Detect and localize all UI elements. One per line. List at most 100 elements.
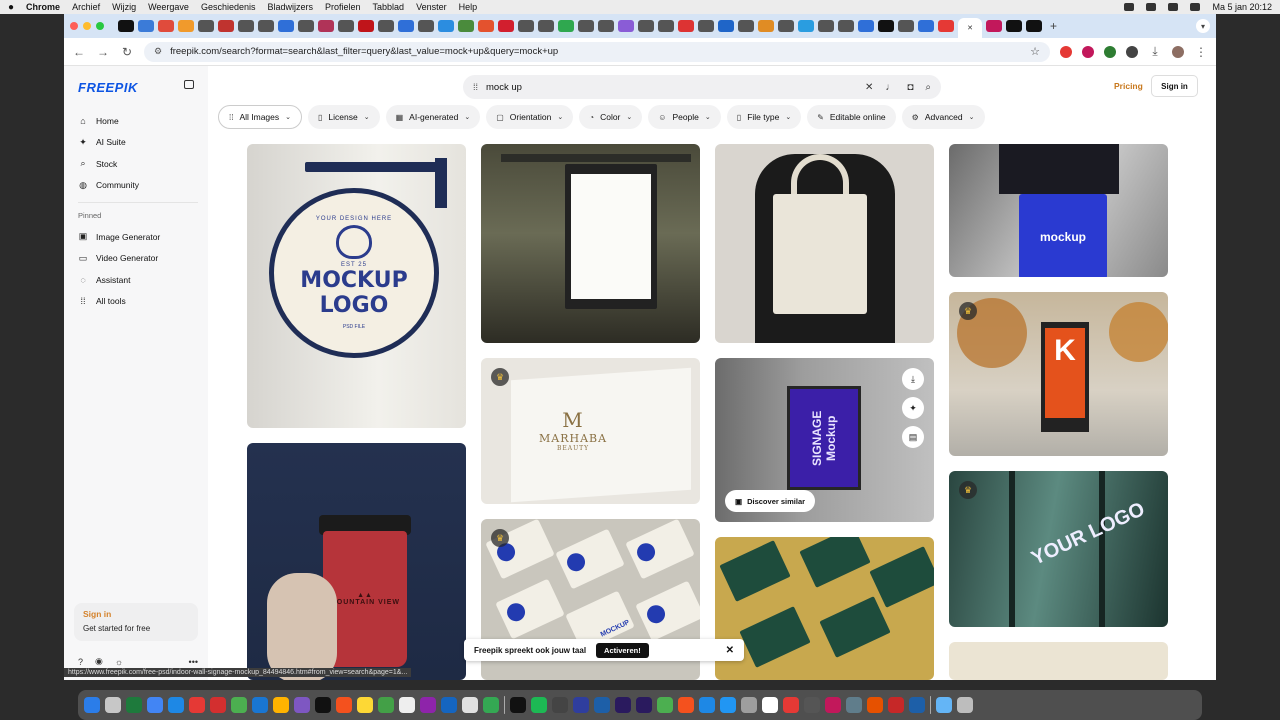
result-signage-mockup-hovered[interactable]: SIGNAGE Mockup ⤓ ✦ ▤ ▣ Discover similar — [715, 358, 934, 522]
close-window-button[interactable] — [70, 22, 78, 30]
tab-favicon[interactable] — [858, 20, 874, 32]
result-beige-pattern[interactable] — [949, 642, 1168, 680]
tab-favicon[interactable] — [718, 20, 734, 32]
search-icon[interactable] — [1190, 3, 1201, 11]
menubar-item-weergave[interactable]: Weergave — [148, 2, 189, 12]
tab-favicon[interactable] — [898, 20, 914, 32]
acrobat-icon[interactable] — [783, 697, 799, 713]
tab-favicon[interactable] — [598, 20, 614, 32]
app-icon[interactable] — [420, 697, 436, 713]
sidebar-item-stock[interactable]: ⌕ Stock — [78, 153, 198, 175]
illustrator-icon[interactable] — [867, 697, 883, 713]
collapse-sidebar-icon[interactable] — [184, 80, 194, 89]
after-effects-icon[interactable] — [615, 697, 631, 713]
photoshop-icon[interactable] — [594, 697, 610, 713]
filezilla-icon[interactable] — [678, 697, 694, 713]
tab-favicon[interactable] — [618, 20, 634, 32]
app-icon[interactable] — [699, 697, 715, 713]
app-icon[interactable] — [762, 697, 778, 713]
result-window-logo-mockup[interactable]: YOUR LOGO ♛ — [949, 471, 1168, 627]
new-tab-button[interactable]: + — [1050, 19, 1057, 33]
tab-favicon[interactable] — [358, 20, 374, 32]
epic-games-icon[interactable] — [510, 697, 526, 713]
result-tote-bag-mockup[interactable] — [715, 144, 934, 343]
filter-license[interactable]: ▯ License ⌄ — [308, 105, 380, 129]
microphone-icon[interactable]: ♩ — [885, 82, 895, 93]
tab-favicon[interactable] — [258, 20, 274, 32]
tab-favicon[interactable] — [778, 20, 794, 32]
tab-favicon[interactable] — [438, 20, 454, 32]
tab-favicon[interactable] — [158, 20, 174, 32]
tab-favicon[interactable] — [278, 20, 294, 32]
extensions-puzzle-icon[interactable] — [1126, 45, 1138, 58]
app-icon[interactable] — [552, 697, 568, 713]
save-collection-button[interactable]: ▤ — [902, 426, 924, 448]
discover-similar-button[interactable]: ▣ Discover similar — [725, 490, 816, 512]
activate-button[interactable]: Activeren! — [596, 642, 649, 658]
site-info-icon[interactable]: ⚙ — [154, 46, 162, 57]
tab-favicon[interactable] — [518, 20, 534, 32]
trash-icon[interactable] — [957, 697, 973, 713]
wifi-icon[interactable] — [1168, 3, 1179, 11]
tab-favicon[interactable] — [658, 20, 674, 32]
tab-favicon[interactable] — [1006, 20, 1022, 32]
tab-favicon[interactable] — [558, 20, 574, 32]
pricing-link[interactable]: Pricing — [1114, 81, 1143, 91]
back-button[interactable]: ← — [72, 45, 86, 59]
result-green-card-mockup[interactable] — [715, 537, 934, 680]
filter-editable-online[interactable]: ✎ Editable online — [807, 105, 896, 129]
tab-favicon[interactable] — [938, 20, 954, 32]
extension-icon[interactable] — [1060, 45, 1072, 58]
search-bar[interactable]: ⁞⁞ mock up ✕ ♩ ◘ ⌕ — [463, 75, 941, 99]
zoom-window-button[interactable] — [96, 22, 104, 30]
tab-favicon[interactable] — [298, 20, 314, 32]
tab-favicon[interactable] — [178, 20, 194, 32]
extension-icon[interactable] — [1104, 45, 1116, 58]
search-icon[interactable]: ⌕ — [925, 82, 931, 93]
app-store-icon[interactable] — [720, 697, 736, 713]
profile-avatar[interactable] — [1172, 45, 1184, 58]
menubar-item-archief[interactable]: Archief — [72, 2, 100, 12]
filter-orientation[interactable]: ▢ Orientation ⌄ — [486, 105, 574, 129]
bookmark-star-icon[interactable]: ☆ — [1030, 45, 1040, 58]
sidebar-item-ai-suite[interactable]: ✦ AI Suite — [78, 132, 198, 154]
download-button[interactable]: ⤓ — [902, 368, 924, 390]
mail-icon[interactable] — [252, 697, 268, 713]
app-icon[interactable] — [846, 697, 862, 713]
app-icon[interactable] — [357, 697, 373, 713]
tab-favicon[interactable] — [878, 20, 894, 32]
indesign-icon[interactable] — [825, 697, 841, 713]
sidebar-item-home[interactable]: ⌂ Home — [78, 110, 198, 132]
tab-favicon[interactable] — [986, 20, 1002, 32]
app-icon[interactable] — [336, 697, 352, 713]
word-icon[interactable] — [441, 697, 457, 713]
forward-button[interactable]: → — [96, 45, 110, 59]
menubar-item-geschiedenis[interactable]: Geschiedenis — [201, 2, 256, 12]
result-business-card-mockup[interactable]: M MARHABA BEAUTY ♛ — [481, 358, 700, 504]
search-input[interactable]: mock up — [486, 82, 522, 93]
sidebar-item-image-generator[interactable]: ▣ Image Generator — [78, 226, 198, 248]
filter-advanced[interactable]: ⚙ Advanced ⌄ — [901, 105, 985, 129]
signin-button[interactable]: Sign in — [1151, 75, 1198, 97]
more-icon[interactable]: ••• — [189, 657, 198, 667]
drive-icon[interactable] — [483, 697, 499, 713]
menubar-app-name[interactable]: Chrome — [26, 2, 60, 12]
launchpad-icon[interactable] — [105, 697, 121, 713]
reload-button[interactable]: ↻ — [120, 45, 134, 59]
premiere-icon[interactable] — [636, 697, 652, 713]
tab-favicon[interactable] — [1026, 20, 1042, 32]
excel-icon[interactable] — [126, 697, 142, 713]
tab-favicon[interactable] — [458, 20, 474, 32]
filter-ai-generated[interactable]: ▦ AI-generated ⌄ — [385, 105, 481, 129]
tab-favicon[interactable] — [738, 20, 754, 32]
tab-favicon[interactable] — [378, 20, 394, 32]
menubar-item-wijzig[interactable]: Wijzig — [112, 2, 136, 12]
menubar-item-venster[interactable]: Venster — [416, 2, 447, 12]
clear-icon[interactable]: ✕ — [865, 82, 873, 93]
sidebar-item-video-generator[interactable]: ▭ Video Generator — [78, 248, 198, 270]
result-k-billboard-mockup[interactable]: K ♛ — [949, 292, 1168, 456]
menubar-item-help[interactable]: Help — [459, 2, 478, 12]
photoshop-icon[interactable] — [909, 697, 925, 713]
tab-favicon[interactable] — [638, 20, 654, 32]
sidebar-item-all-tools[interactable]: ⁞⁞ All tools — [78, 291, 198, 313]
